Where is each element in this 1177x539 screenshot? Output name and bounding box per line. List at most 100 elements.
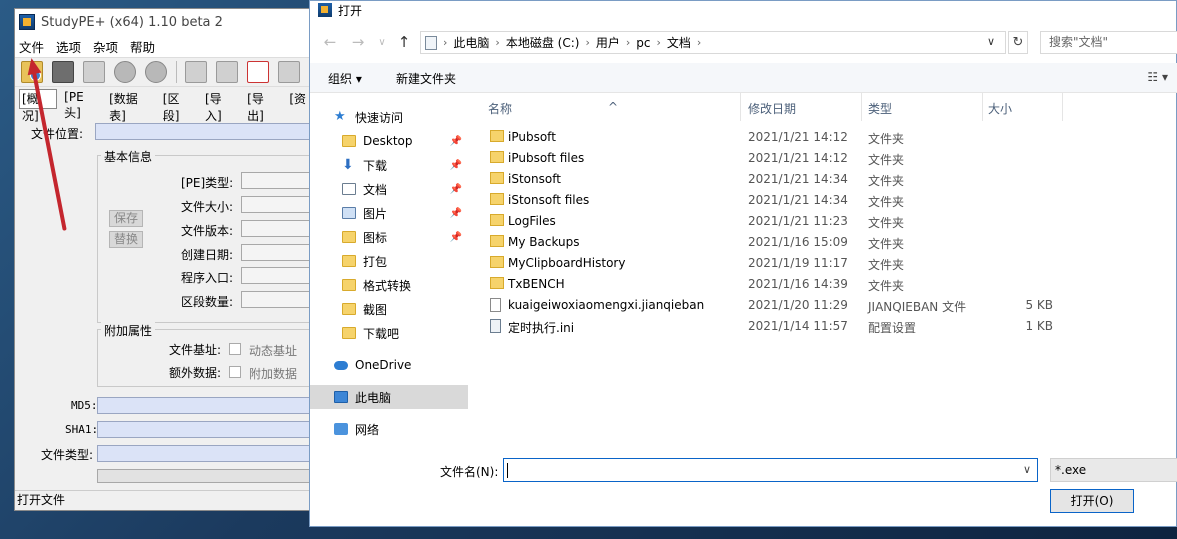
file-row[interactable]: iStonsoft 2021/1/21 14:34 文件夹 [468, 169, 1068, 190]
pin-icon[interactable]: 📌 [450, 160, 462, 171]
pin-icon[interactable]: 📌 [450, 184, 462, 195]
nav-item[interactable]: 图标 📌 [310, 225, 468, 249]
file-version-field[interactable] [241, 220, 313, 237]
tab-data-table[interactable]: [数据表] [106, 89, 156, 123]
tab-resources[interactable]: [资 [286, 89, 309, 109]
organize-menu[interactable]: 组织 ▾ [328, 70, 362, 87]
refresh-icon[interactable]: ↻ [1008, 31, 1028, 54]
file-date: 2021/1/19 11:17 [748, 256, 848, 270]
section-count-field[interactable] [241, 291, 313, 308]
search-input[interactable]: 搜索"文档" [1040, 31, 1177, 54]
file-row[interactable]: TxBENCH 2021/1/16 14:39 文件夹 [468, 274, 1068, 295]
file-row[interactable]: 定时执行.ini 2021/1/14 11:57 配置设置 1 KB [468, 316, 1068, 337]
created-date-field[interactable] [241, 244, 313, 261]
nav-item[interactable]: 打包 [310, 249, 468, 273]
address-dropdown-icon[interactable]: ∨ [987, 35, 995, 48]
tab-pe-header[interactable]: [PE头] [61, 89, 102, 120]
breadcrumb-pc[interactable]: pc [636, 36, 650, 50]
pin-icon[interactable]: 📌 [450, 136, 462, 147]
breadcrumb-local-disk[interactable]: 本地磁盘 (C:) [506, 34, 580, 51]
file-location-field[interactable] [95, 123, 313, 140]
file-row[interactable]: LogFiles 2021/1/21 11:23 文件夹 [468, 211, 1068, 232]
folder-icon [342, 231, 356, 243]
file-row[interactable]: iStonsoft files 2021/1/21 14:34 文件夹 [468, 190, 1068, 211]
pin-icon[interactable]: 📌 [450, 232, 462, 243]
dynamic-base-checkbox[interactable] [229, 343, 241, 355]
md5-field[interactable] [97, 397, 313, 414]
file-row[interactable]: iPubsoft files 2021/1/21 14:12 文件夹 [468, 148, 1068, 169]
breadcrumb-separator-icon: › [585, 36, 590, 49]
nav-item-label: 图标 [363, 230, 388, 245]
tab-imports[interactable]: [导入] [202, 89, 240, 123]
calculator-icon[interactable] [278, 61, 300, 83]
column-divider[interactable] [861, 93, 862, 121]
nav-item[interactable]: 此电脑 [310, 385, 468, 409]
breadcrumb-users[interactable]: 用户 [596, 34, 620, 51]
forward-arrow-icon[interactable]: → [348, 33, 368, 51]
column-date[interactable]: 修改日期 [748, 100, 796, 117]
file-size-field[interactable] [241, 196, 313, 213]
save-icon[interactable] [52, 61, 74, 83]
filename-input[interactable]: ∨ [503, 458, 1038, 482]
column-divider[interactable] [1062, 93, 1063, 121]
nav-item[interactable]: 截图 [310, 297, 468, 321]
breadcrumb-documents[interactable]: 文档 [667, 34, 691, 51]
tab-sections[interactable]: [区段] [160, 89, 198, 123]
back-arrow-icon[interactable]: ← [320, 33, 340, 51]
pe-type-field[interactable] [241, 172, 313, 189]
refresh-icon[interactable] [114, 61, 136, 83]
close-file-icon[interactable] [145, 61, 167, 83]
nav-item[interactable]: 网络 [310, 417, 468, 441]
file-row[interactable]: kuaigeiwoxiaomengxi.jianqieban 2021/1/20 … [468, 295, 1068, 316]
tab-exports[interactable]: [导出] [244, 89, 282, 123]
menu-file[interactable]: 文件 [19, 37, 44, 56]
column-divider[interactable] [740, 93, 741, 121]
replace-button[interactable]: 替换 [109, 231, 143, 248]
menu-misc[interactable]: 杂项 [93, 37, 118, 56]
column-divider[interactable] [982, 93, 983, 121]
extra-data-checkbox[interactable] [229, 366, 241, 378]
breadcrumb-separator-icon: › [625, 36, 631, 49]
studype-title: StudyPE+ (x64) 1.10 beta 2 [41, 14, 223, 30]
nav-item[interactable]: 文档 📌 [310, 177, 468, 201]
nav-item[interactable]: OneDrive [310, 353, 468, 377]
nav-item[interactable]: ⬇ 下载 📌 [310, 153, 468, 177]
breadcrumb-this-pc[interactable]: 此电脑 [453, 34, 489, 51]
nav-item[interactable]: 下载吧 [310, 321, 468, 345]
code-icon[interactable] [247, 61, 269, 83]
sha1-field[interactable] [97, 421, 313, 438]
database-icon[interactable] [185, 61, 207, 83]
save-button[interactable]: 保存 [109, 210, 143, 227]
file-date: 2021/1/21 14:12 [748, 130, 848, 144]
up-arrow-icon[interactable]: ↑ [394, 33, 414, 51]
file-type-filter[interactable]: *.exe [1050, 458, 1177, 482]
filename-dropdown-icon[interactable]: ∨ [1023, 463, 1031, 476]
recent-chevron-icon[interactable]: ∨ [372, 37, 392, 48]
breadcrumb-separator-icon: › [696, 36, 702, 49]
nav-item[interactable]: 格式转换 [310, 273, 468, 297]
file-name: iStonsoft files [508, 193, 590, 207]
file-type-field[interactable] [97, 445, 313, 462]
entry-point-field[interactable] [241, 267, 313, 284]
menu-help[interactable]: 帮助 [130, 37, 155, 56]
properties-icon[interactable] [83, 61, 105, 83]
nav-item[interactable]: ★ 快速访问 [310, 105, 468, 129]
new-folder-button[interactable]: 新建文件夹 [396, 70, 456, 87]
view-options-icon[interactable]: ☷ ▾ [1147, 70, 1168, 84]
progress-bar [97, 469, 313, 483]
nav-item[interactable]: 图片 📌 [310, 201, 468, 225]
address-bar[interactable]: › 此电脑 › 本地磁盘 (C:) › 用户 › pc › 文档 › ∨ [420, 31, 1006, 54]
file-date: 2021/1/21 14:34 [748, 193, 848, 207]
column-size[interactable]: 大小 [988, 100, 1012, 117]
column-type[interactable]: 类型 [868, 100, 892, 117]
studype-menubar: 文件 选项 杂项 帮助 [15, 35, 313, 57]
file-row[interactable]: MyClipboardHistory 2021/1/19 11:17 文件夹 [468, 253, 1068, 274]
pin-icon[interactable]: 📌 [450, 208, 462, 219]
column-name[interactable]: 名称 [488, 100, 512, 117]
nav-item[interactable]: Desktop 📌 [310, 129, 468, 153]
menu-options[interactable]: 选项 [56, 37, 81, 56]
asm-icon[interactable] [216, 61, 238, 83]
file-row[interactable]: My Backups 2021/1/16 15:09 文件夹 [468, 232, 1068, 253]
open-button[interactable]: 打开(O) [1050, 489, 1134, 513]
file-row[interactable]: iPubsoft 2021/1/21 14:12 文件夹 [468, 127, 1068, 148]
